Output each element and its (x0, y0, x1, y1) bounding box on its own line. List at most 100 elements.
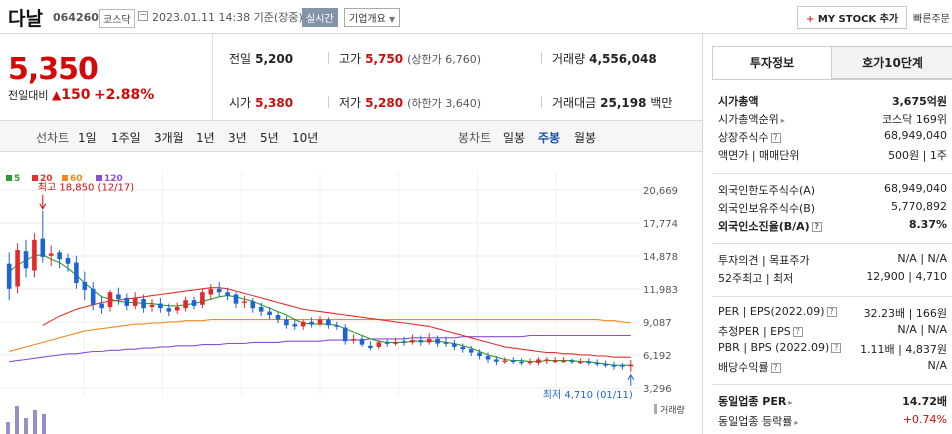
candle (410, 340, 415, 343)
candle (326, 319, 331, 326)
candle (401, 341, 407, 343)
candle (561, 360, 566, 363)
volume-bar (24, 418, 28, 434)
change-percent: +2.88% (93, 87, 155, 103)
candle (317, 319, 323, 325)
candle (57, 252, 62, 260)
candle (477, 352, 482, 357)
candle (536, 359, 541, 363)
quote-open: 시가 5,380 (229, 96, 294, 110)
price-chart[interactable]: 20,669 17,774 14,878 11,983 9,087 6,192 3,296 최… (0, 152, 702, 434)
candle (586, 361, 592, 364)
y-tick-label: 20,669 (643, 186, 678, 197)
current-price: 5,350 (8, 52, 99, 87)
company-info-dropdown[interactable]: 기업개요 ▼ (344, 8, 401, 27)
candle (200, 292, 205, 305)
chart-toolbar: 선차트 1일 1주일 3개월 1년 3년 5년 10년 봉차트 일봉 주봉 월봉 (0, 120, 702, 152)
add-mystock-button[interactable]: + MY STOCK 추가 (797, 6, 908, 29)
divider (712, 173, 952, 174)
help-icon[interactable]: ? (770, 363, 781, 373)
help-icon[interactable]: ? (831, 343, 842, 353)
period-1y[interactable]: 1년 (196, 129, 215, 146)
divider (541, 52, 542, 64)
y-tick-label: 14,878 (643, 252, 678, 263)
info-row-label: 시가총액 (718, 95, 759, 108)
candle-weekly[interactable]: 주봉 (538, 129, 560, 146)
period-1w[interactable]: 1주일 (111, 129, 141, 146)
candle (510, 360, 516, 363)
help-icon[interactable]: ? (770, 133, 781, 143)
info-row-label: 투자의견 | 목표주가 (718, 254, 810, 267)
divider (712, 384, 952, 385)
candle (149, 304, 155, 308)
y-tick-label: 3,296 (643, 384, 672, 395)
chevron-down-icon: ▼ (389, 15, 396, 24)
candle-daily[interactable]: 일봉 (503, 129, 525, 146)
period-3m[interactable]: 3개월 (154, 129, 184, 146)
period-3y[interactable]: 3년 (228, 129, 247, 146)
help-icon[interactable]: ? (826, 307, 837, 317)
candle (452, 343, 457, 347)
tab-investment-info[interactable]: 투자정보 (713, 47, 831, 79)
period-10y[interactable]: 10년 (292, 129, 318, 146)
divider (712, 243, 952, 244)
candle (275, 315, 281, 320)
help-icon[interactable]: ? (811, 222, 822, 232)
volume-label: 거래량 (660, 404, 685, 416)
candle (494, 359, 499, 362)
divider (541, 96, 542, 108)
candle (435, 338, 440, 344)
help-icon[interactable]: ? (792, 327, 803, 337)
info-row-label: 추정PER | EPS? (718, 323, 803, 339)
period-5y[interactable]: 5년 (260, 129, 279, 146)
candle (468, 349, 474, 353)
candle (384, 342, 390, 344)
candle (594, 362, 600, 365)
info-row-value: 3,675억원 (891, 95, 947, 108)
info-row-value: N/A | N/A (897, 252, 947, 265)
candle (443, 342, 449, 344)
candle-chart-label: 봉차트 (458, 131, 492, 145)
info-row-value: +0.74% (902, 413, 947, 426)
candle (502, 360, 508, 363)
candle (183, 300, 188, 309)
info-row-label: 외국인소진율(B/A)? (718, 218, 822, 234)
y-tick-label: 6,192 (643, 351, 672, 362)
candle (544, 359, 550, 361)
low-annotation: 최저 4,710 (01/11) (543, 389, 633, 401)
add-mystock-label: MY STOCK 추가 (817, 14, 899, 25)
candle (552, 360, 558, 363)
info-row-value: 500원 | 1주 (888, 149, 947, 162)
volume-bar (6, 422, 10, 434)
candle (603, 364, 608, 366)
info-row-value: 5,770,892 (891, 200, 947, 213)
candle (611, 365, 617, 367)
candle (158, 303, 163, 309)
period-1d[interactable]: 1일 (78, 129, 97, 146)
stock-code: 064260 (53, 11, 99, 24)
quick-order-link[interactable]: 빠른주문 (913, 10, 950, 25)
candle-monthly[interactable]: 월봉 (574, 129, 596, 146)
candle (40, 238, 46, 257)
company-info-label: 기업개요 (349, 14, 386, 25)
candle (376, 342, 382, 347)
quote-volume: 거래량 4,556,048 (552, 52, 657, 66)
info-row-label: 액면가 | 매매단위 (718, 149, 800, 162)
volume-bar (33, 410, 37, 434)
tab-orderbook[interactable]: 호가10단계 (831, 47, 952, 79)
info-row-value: 8.37% (908, 218, 947, 231)
chevron-right-icon: ▸ (780, 116, 785, 125)
info-row-value: 68,949,040 (884, 182, 947, 195)
y-tick-label: 9,087 (643, 318, 672, 329)
candle (258, 307, 264, 312)
line-chart-label: 선차트 (36, 131, 70, 145)
candle (242, 301, 247, 303)
candle (334, 325, 340, 327)
candle (359, 338, 365, 345)
divider (712, 296, 952, 297)
realtime-button[interactable]: 실시간 (302, 8, 338, 27)
candle (418, 340, 424, 343)
candle (141, 299, 146, 309)
candle (368, 345, 373, 349)
chevron-right-icon: ▸ (794, 418, 799, 427)
